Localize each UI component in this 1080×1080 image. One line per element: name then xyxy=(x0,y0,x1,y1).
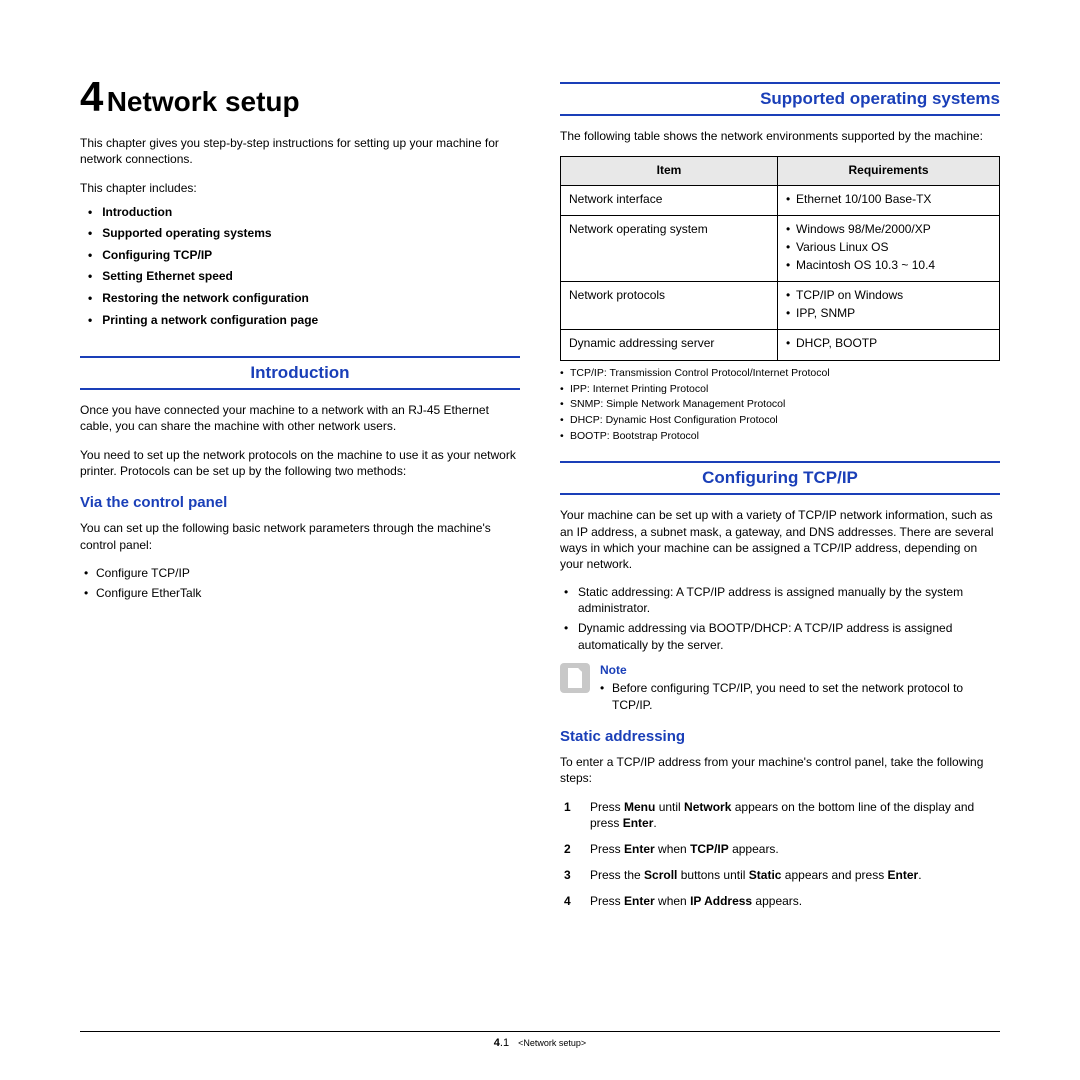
footnote: BOOTP: Bootstrap Protocol xyxy=(560,430,1000,444)
via-cp-list: Configure TCP/IP Configure EtherTalk xyxy=(84,565,520,601)
footnote: DHCP: Dynamic Host Configuration Protoco… xyxy=(560,414,1000,428)
toc-item[interactable]: Supported operating systems xyxy=(88,226,520,242)
list-item: Configure EtherTalk xyxy=(84,585,520,601)
req-item: Windows 98/Me/2000/XP xyxy=(786,222,991,238)
table-cell: DHCP, BOOTP xyxy=(778,330,1000,361)
table-header-requirements: Requirements xyxy=(778,157,1000,186)
static-p1: To enter a TCP/IP address from your mach… xyxy=(560,754,1000,786)
supported-p1: The following table shows the network en… xyxy=(560,128,1000,144)
note-text: Before configuring TCP/IP, you need to s… xyxy=(600,680,1000,712)
intro-paragraph: This chapter gives you step-by-step inst… xyxy=(80,135,520,167)
footer-crumb: <Network setup> xyxy=(518,1038,586,1048)
toc-item[interactable]: Configuring TCP/IP xyxy=(88,248,520,264)
step-number: 4 xyxy=(564,893,576,909)
table-cell: Network operating system xyxy=(561,216,778,282)
tcpip-list: Static addressing: A TCP/IP address is a… xyxy=(564,584,1000,653)
list-item: Configure TCP/IP xyxy=(84,565,520,581)
step-item: 4 Press Enter when IP Address appears. xyxy=(564,893,1000,909)
req-item: Ethernet 10/100 Base-TX xyxy=(786,192,991,208)
table-row: Network protocols TCP/IP on Windows IPP,… xyxy=(561,282,1000,330)
page-footer: 4.1 <Network setup> xyxy=(80,1031,1000,1050)
step-number: 1 xyxy=(564,799,576,831)
tcpip-p1: Your machine can be set up with a variet… xyxy=(560,507,1000,572)
note-icon xyxy=(560,663,590,693)
toc-intro: This chapter includes: xyxy=(80,181,520,197)
chapter-number: 4 xyxy=(80,73,103,120)
step-number: 3 xyxy=(564,867,576,883)
section-introduction-heading: Introduction xyxy=(80,356,520,390)
chapter-title: 4 Network setup xyxy=(80,70,520,125)
req-item: DHCP, BOOTP xyxy=(786,336,991,352)
note-box: Note Before configuring TCP/IP, you need… xyxy=(560,663,1000,713)
table-cell: Dynamic addressing server xyxy=(561,330,778,361)
table-row: Network interface Ethernet 10/100 Base-T… xyxy=(561,185,1000,216)
section-configuring-tcpip-heading: Configuring TCP/IP xyxy=(560,461,1000,495)
footer-page: .1 xyxy=(500,1037,509,1049)
table-header-item: Item xyxy=(561,157,778,186)
step-text: Press Enter when IP Address appears. xyxy=(590,893,802,909)
protocol-footnotes: TCP/IP: Transmission Control Protocol/In… xyxy=(560,367,1000,443)
step-text: Press the Scroll buttons until Static ap… xyxy=(590,867,922,883)
footnote: TCP/IP: Transmission Control Protocol/In… xyxy=(560,367,1000,381)
intro-p2: You need to set up the network protocols… xyxy=(80,447,520,479)
list-item: Static addressing: A TCP/IP address is a… xyxy=(564,584,1000,616)
table-cell: Network protocols xyxy=(561,282,778,330)
table-cell: TCP/IP on Windows IPP, SNMP xyxy=(778,282,1000,330)
table-cell: Ethernet 10/100 Base-TX xyxy=(778,185,1000,216)
requirements-table: Item Requirements Network interface Ethe… xyxy=(560,156,1000,361)
toc-item[interactable]: Restoring the network configuration xyxy=(88,291,520,307)
step-text: Press Menu until Network appears on the … xyxy=(590,799,1000,831)
footnote: IPP: Internet Printing Protocol xyxy=(560,383,1000,397)
note-title: Note xyxy=(600,663,1000,679)
req-item: IPP, SNMP xyxy=(786,306,991,322)
chapter-name: Network setup xyxy=(107,86,300,117)
step-item: 1 Press Menu until Network appears on the… xyxy=(564,799,1000,831)
toc-item[interactable]: Printing a network configuration page xyxy=(88,313,520,329)
step-text: Press Enter when TCP/IP appears. xyxy=(590,841,779,857)
list-item: Dynamic addressing via BOOTP/DHCP: A TCP… xyxy=(564,620,1000,652)
toc-item[interactable]: Setting Ethernet speed xyxy=(88,269,520,285)
toc-list: Introduction Supported operating systems… xyxy=(80,205,520,329)
step-item: 2 Press Enter when TCP/IP appears. xyxy=(564,841,1000,857)
via-cp-p1: You can set up the following basic netwo… xyxy=(80,520,520,552)
toc-item[interactable]: Introduction xyxy=(88,205,520,221)
req-item: Various Linux OS xyxy=(786,240,991,256)
intro-p1: Once you have connected your machine to … xyxy=(80,402,520,434)
section-supported-os-heading: Supported operating systems xyxy=(560,82,1000,116)
table-cell: Network interface xyxy=(561,185,778,216)
footnote: SNMP: Simple Network Management Protocol xyxy=(560,398,1000,412)
static-steps: 1 Press Menu until Network appears on the… xyxy=(564,799,1000,910)
static-addressing-heading: Static addressing xyxy=(560,727,1000,747)
step-number: 2 xyxy=(564,841,576,857)
table-row: Network operating system Windows 98/Me/2… xyxy=(561,216,1000,282)
table-row: Dynamic addressing server DHCP, BOOTP xyxy=(561,330,1000,361)
step-item: 3 Press the Scroll buttons until Static a… xyxy=(564,867,1000,883)
table-cell: Windows 98/Me/2000/XP Various Linux OS M… xyxy=(778,216,1000,282)
via-control-panel-heading: Via the control panel xyxy=(80,493,520,513)
req-item: Macintosh OS 10.3 ~ 10.4 xyxy=(786,258,991,274)
req-item: TCP/IP on Windows xyxy=(786,288,991,304)
